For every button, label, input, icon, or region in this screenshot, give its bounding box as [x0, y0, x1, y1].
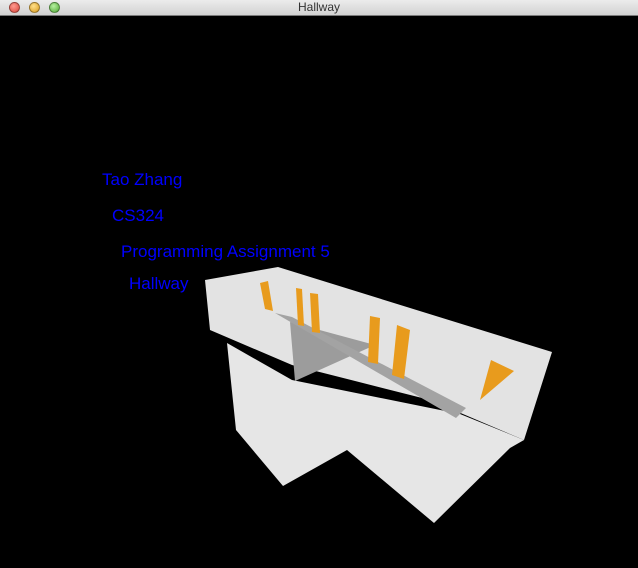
scene-name-label: Hallway: [129, 274, 189, 293]
window-titlebar[interactable]: Hallway: [0, 0, 638, 16]
author-label: Tao Zhang: [102, 170, 183, 189]
door-4: [368, 316, 380, 364]
assignment-label: Programming Assignment 5: [121, 242, 330, 261]
course-label: CS324: [112, 206, 164, 225]
window-title: Hallway: [297, 0, 340, 14]
hallway-scene: [205, 267, 552, 523]
gl-canvas[interactable]: Tao Zhang CS324 Programming Assignment 5…: [0, 16, 638, 568]
